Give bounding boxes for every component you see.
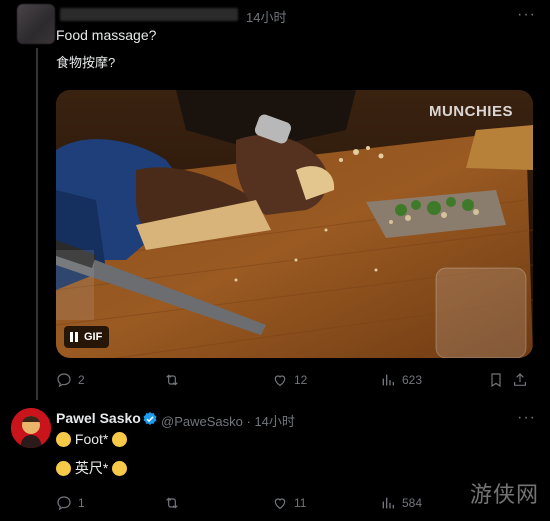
reply-reply-count: 1 <box>78 496 85 510</box>
views-icon <box>382 374 394 386</box>
verified-badge-icon <box>143 412 157 425</box>
reply-text-line1: Foot* <box>56 431 128 447</box>
site-watermark: 游侠网 <box>470 483 540 508</box>
avatar[interactable] <box>17 4 55 44</box>
like-count: 12 <box>294 373 308 387</box>
gif-pause-button[interactable]: GIF <box>64 326 110 348</box>
heart-icon <box>274 375 286 387</box>
reply-line2-text: 英尺* <box>74 460 109 476</box>
reply-actions: 1 11 584 <box>56 495 536 511</box>
heart-icon <box>274 498 286 510</box>
tweet-text-en: Food massage? <box>56 27 157 43</box>
share-icon <box>514 373 526 386</box>
like-button[interactable]: 12 <box>272 372 380 388</box>
reply-avatar[interactable] <box>11 408 51 448</box>
tweet-text-zh: 食物按摩? <box>56 55 116 70</box>
thread-line <box>36 48 38 400</box>
separator-dot: · <box>246 414 251 429</box>
retweet-button[interactable] <box>164 372 272 388</box>
gif-label: GIF <box>84 331 103 343</box>
reply-handle[interactable]: @PaweSasko <box>161 414 243 429</box>
reply-reply-button[interactable]: 1 <box>56 495 164 511</box>
views-icon <box>382 497 394 509</box>
reply-icon <box>57 373 71 388</box>
pause-icon <box>70 332 78 342</box>
retweet-icon <box>166 374 178 386</box>
laughing-emoji-icon <box>56 461 71 476</box>
views-count: 623 <box>402 373 423 387</box>
reply-button[interactable]: 2 <box>56 372 164 388</box>
tweet-media-gif[interactable]: MUNCHIES GIF <box>56 90 533 358</box>
reply-time[interactable]: 14小时 <box>254 414 294 429</box>
share-button[interactable] <box>512 372 532 388</box>
blurred-username[interactable] <box>60 8 238 21</box>
reply-views-count: 584 <box>402 496 423 510</box>
reply-like-button[interactable]: 11 <box>272 495 380 511</box>
tweet-time[interactable]: 14小时 <box>246 7 286 26</box>
bookmark-icon <box>491 373 501 388</box>
reply-display-name[interactable]: Pawel Sasko <box>56 410 141 426</box>
reply-like-count: 11 <box>294 496 307 510</box>
reply-retweet-button[interactable] <box>164 495 272 511</box>
laughing-emoji-icon <box>56 432 71 447</box>
munchies-brand-watermark: MUNCHIES <box>428 103 513 120</box>
reply-more-options-button[interactable]: ··· <box>517 409 536 427</box>
views-button[interactable]: 623 <box>380 372 488 388</box>
tweet-actions: 2 12 623 <box>56 372 536 388</box>
reply-text-line2: 英尺* <box>56 458 128 478</box>
more-options-button[interactable]: ··· <box>517 6 536 24</box>
upside-down-face-emoji-icon <box>112 461 128 476</box>
bookmark-button[interactable] <box>488 372 512 388</box>
retweet-icon <box>166 497 178 509</box>
reply-handle-time[interactable]: @PaweSasko · 14小时 <box>161 411 295 430</box>
gif-frame-image <box>56 90 533 358</box>
avatar-image <box>11 408 51 448</box>
reply-line1-text: Foot* <box>74 431 109 447</box>
reply-count: 2 <box>78 373 85 387</box>
upside-down-face-emoji-icon <box>112 432 128 447</box>
reply-icon <box>57 496 71 511</box>
